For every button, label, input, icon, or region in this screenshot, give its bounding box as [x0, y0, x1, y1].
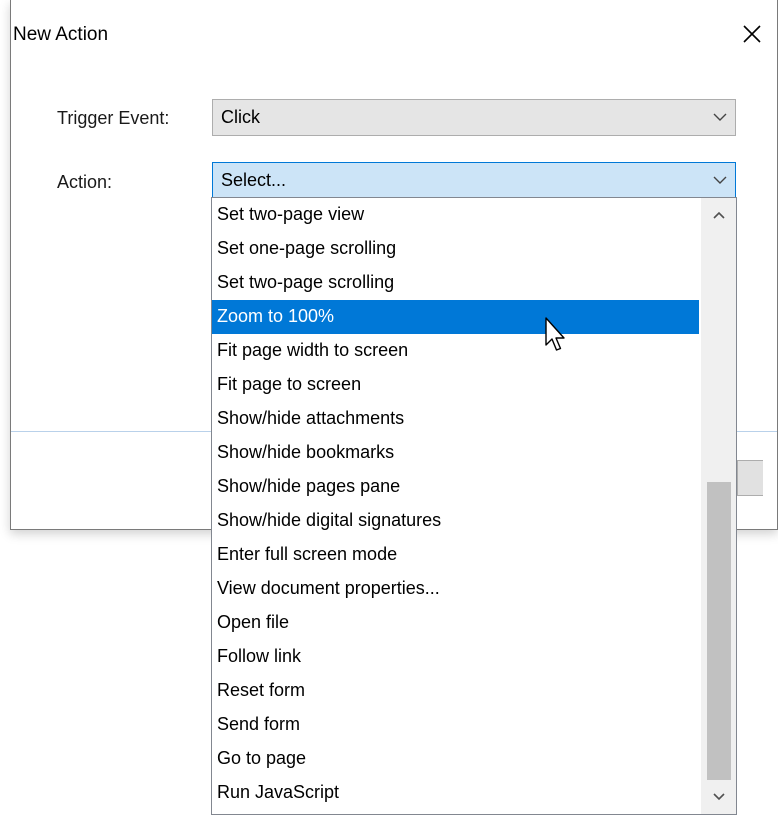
list-item[interactable]: Fit page width to screen [212, 334, 699, 368]
dropdown-scrollbar[interactable] [701, 198, 736, 814]
list-item[interactable]: Set two-page scrolling [212, 266, 699, 300]
list-item[interactable]: Enter full screen mode [212, 538, 699, 572]
list-item[interactable]: Open file [212, 606, 699, 640]
dialog-button-partial[interactable] [737, 460, 763, 496]
list-item[interactable]: Show/hide digital signatures [212, 504, 699, 538]
mouse-cursor-icon [545, 317, 571, 360]
trigger-event-select[interactable]: Click [212, 99, 736, 136]
list-item[interactable]: Set two-page view [212, 198, 699, 232]
chevron-down-icon [713, 100, 727, 135]
action-value: Select... [221, 170, 287, 190]
trigger-event-label: Trigger Event: [57, 108, 170, 128]
list-item[interactable]: Run JavaScript [212, 776, 699, 810]
scroll-down-button[interactable] [701, 780, 736, 814]
list-item[interactable]: Reset form [212, 674, 699, 708]
list-item-selected[interactable]: Zoom to 100% [212, 300, 699, 334]
action-dropdown-list[interactable]: Set two-page view Set one-page scrolling… [211, 197, 737, 815]
list-item[interactable]: View document properties... [212, 572, 699, 606]
dropdown-items: Set two-page view Set one-page scrolling… [212, 198, 699, 810]
list-item[interactable]: Show/hide attachments [212, 402, 699, 436]
chevron-down-icon [712, 793, 725, 801]
close-icon [743, 25, 761, 43]
scroll-up-button[interactable] [701, 198, 736, 232]
action-select[interactable]: Select... [212, 162, 736, 199]
list-item[interactable]: Show/hide bookmarks [212, 436, 699, 470]
dialog-title: New Action [13, 24, 109, 45]
chevron-down-icon [713, 163, 727, 198]
list-item[interactable]: Follow link [212, 640, 699, 674]
list-item[interactable]: Fit page to screen [212, 368, 699, 402]
list-item[interactable]: Show/hide pages pane [212, 470, 699, 504]
scrollbar-thumb[interactable] [707, 482, 731, 780]
trigger-event-value: Click [221, 107, 260, 127]
close-button[interactable] [734, 18, 770, 50]
chevron-up-icon [712, 211, 725, 219]
list-item[interactable]: Send form [212, 708, 699, 742]
action-label: Action: [57, 172, 113, 192]
list-item[interactable]: Go to page [212, 742, 699, 776]
list-item[interactable]: Set one-page scrolling [212, 232, 699, 266]
